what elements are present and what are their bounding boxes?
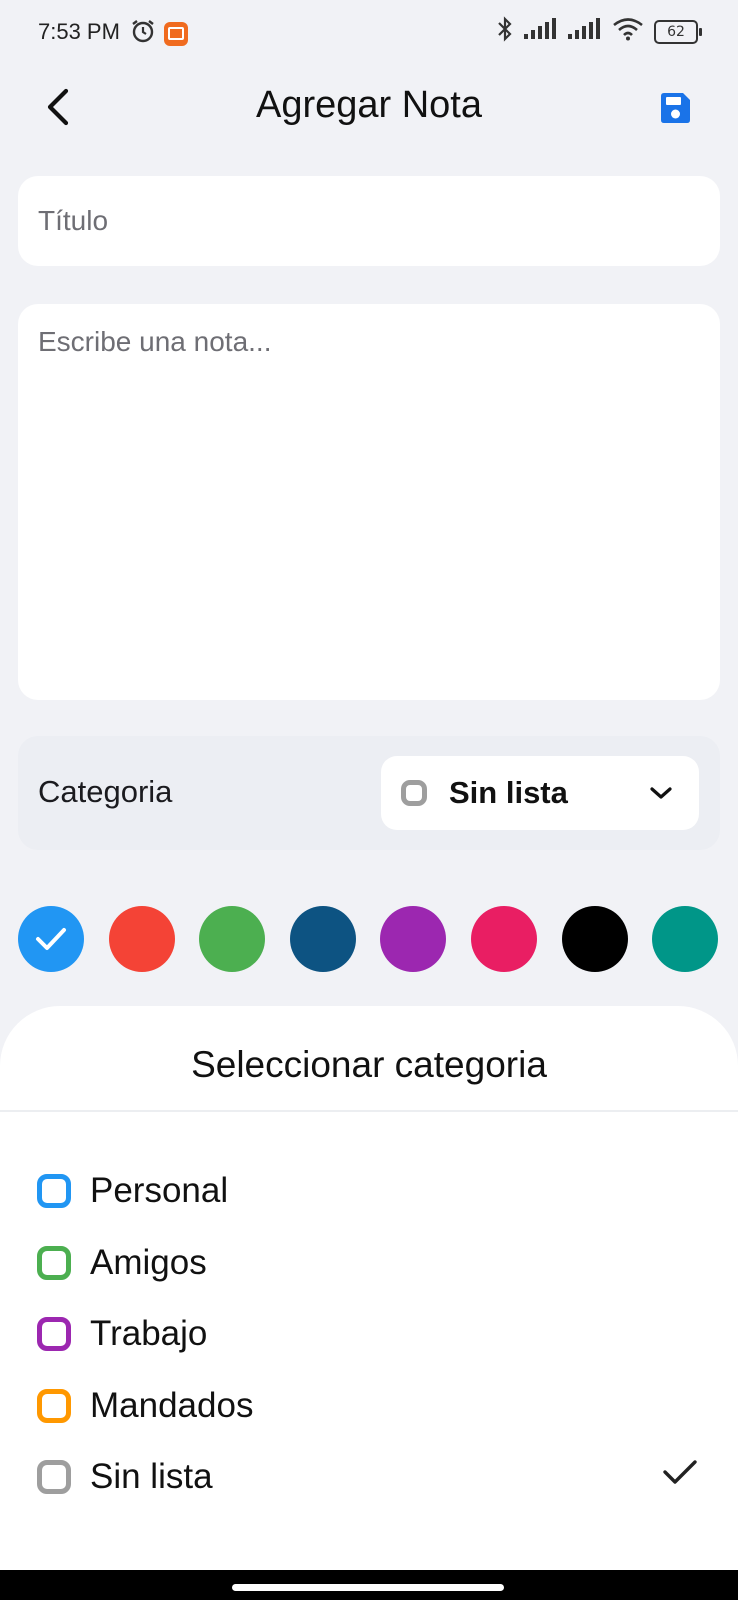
check-icon (36, 928, 66, 950)
chevron-down-icon (650, 787, 672, 799)
sheet-divider (0, 1110, 738, 1112)
category-dropdown[interactable]: Sin lista (381, 756, 699, 830)
navigation-bar (0, 1570, 738, 1600)
page-title: Agregar Nota (255, 84, 482, 126)
category-row: Categoria Sin lista (18, 736, 720, 850)
bluetooth-icon (496, 16, 514, 47)
category-square-icon (37, 1246, 71, 1280)
wifi-icon (612, 17, 644, 46)
title-field[interactable] (18, 176, 720, 266)
status-right-icons: 62 (496, 16, 702, 47)
category-option-label: Amigos (90, 1243, 207, 1282)
color-swatch[interactable] (109, 906, 175, 972)
floppy-disk-icon (661, 93, 690, 123)
note-field[interactable] (18, 304, 720, 700)
category-option-label: Personal (90, 1171, 229, 1210)
color-swatch[interactable] (562, 906, 628, 972)
color-swatch[interactable] (471, 906, 537, 972)
home-gesture-handle[interactable] (232, 1584, 504, 1591)
color-picker (18, 906, 720, 972)
category-option[interactable]: Mandados (0, 1367, 738, 1439)
category-square-icon (37, 1389, 71, 1423)
app-bar: Agregar Nota (0, 64, 738, 148)
category-option[interactable]: Amigos (0, 1224, 738, 1296)
category-option-label: Sin lista (90, 1457, 213, 1496)
category-square-icon (37, 1174, 71, 1208)
color-swatch[interactable] (380, 906, 446, 972)
note-input[interactable] (18, 304, 720, 700)
category-selected-label: Sin lista (449, 775, 568, 810)
signal-icon (568, 18, 602, 45)
color-swatch[interactable] (18, 906, 84, 972)
color-swatch[interactable] (199, 906, 265, 972)
check-icon (662, 1458, 698, 1491)
color-swatch[interactable] (290, 906, 356, 972)
mi-app-icon (164, 21, 188, 46)
category-option-label: Trabajo (90, 1314, 208, 1353)
save-button[interactable] (650, 83, 700, 133)
alarm-icon (130, 18, 156, 49)
category-option[interactable]: Sin lista (0, 1438, 738, 1510)
category-square-icon (37, 1317, 71, 1351)
category-option[interactable]: Personal (0, 1152, 738, 1224)
status-time: 7:53 PM (38, 19, 120, 44)
category-label: Categoria (38, 774, 173, 809)
sheet-title: Seleccionar categoria (191, 1044, 547, 1085)
category-option-label: Mandados (90, 1386, 254, 1425)
category-square-icon (401, 780, 427, 806)
category-square-icon (37, 1460, 71, 1494)
color-swatch[interactable] (652, 906, 718, 972)
battery-icon: 62 (654, 19, 702, 44)
title-input[interactable] (18, 176, 720, 266)
status-bar: 7:53 PM 62 (0, 0, 738, 64)
signal-icon (524, 18, 558, 45)
status-left-icons (130, 18, 188, 49)
category-option[interactable]: Trabajo (0, 1295, 738, 1367)
